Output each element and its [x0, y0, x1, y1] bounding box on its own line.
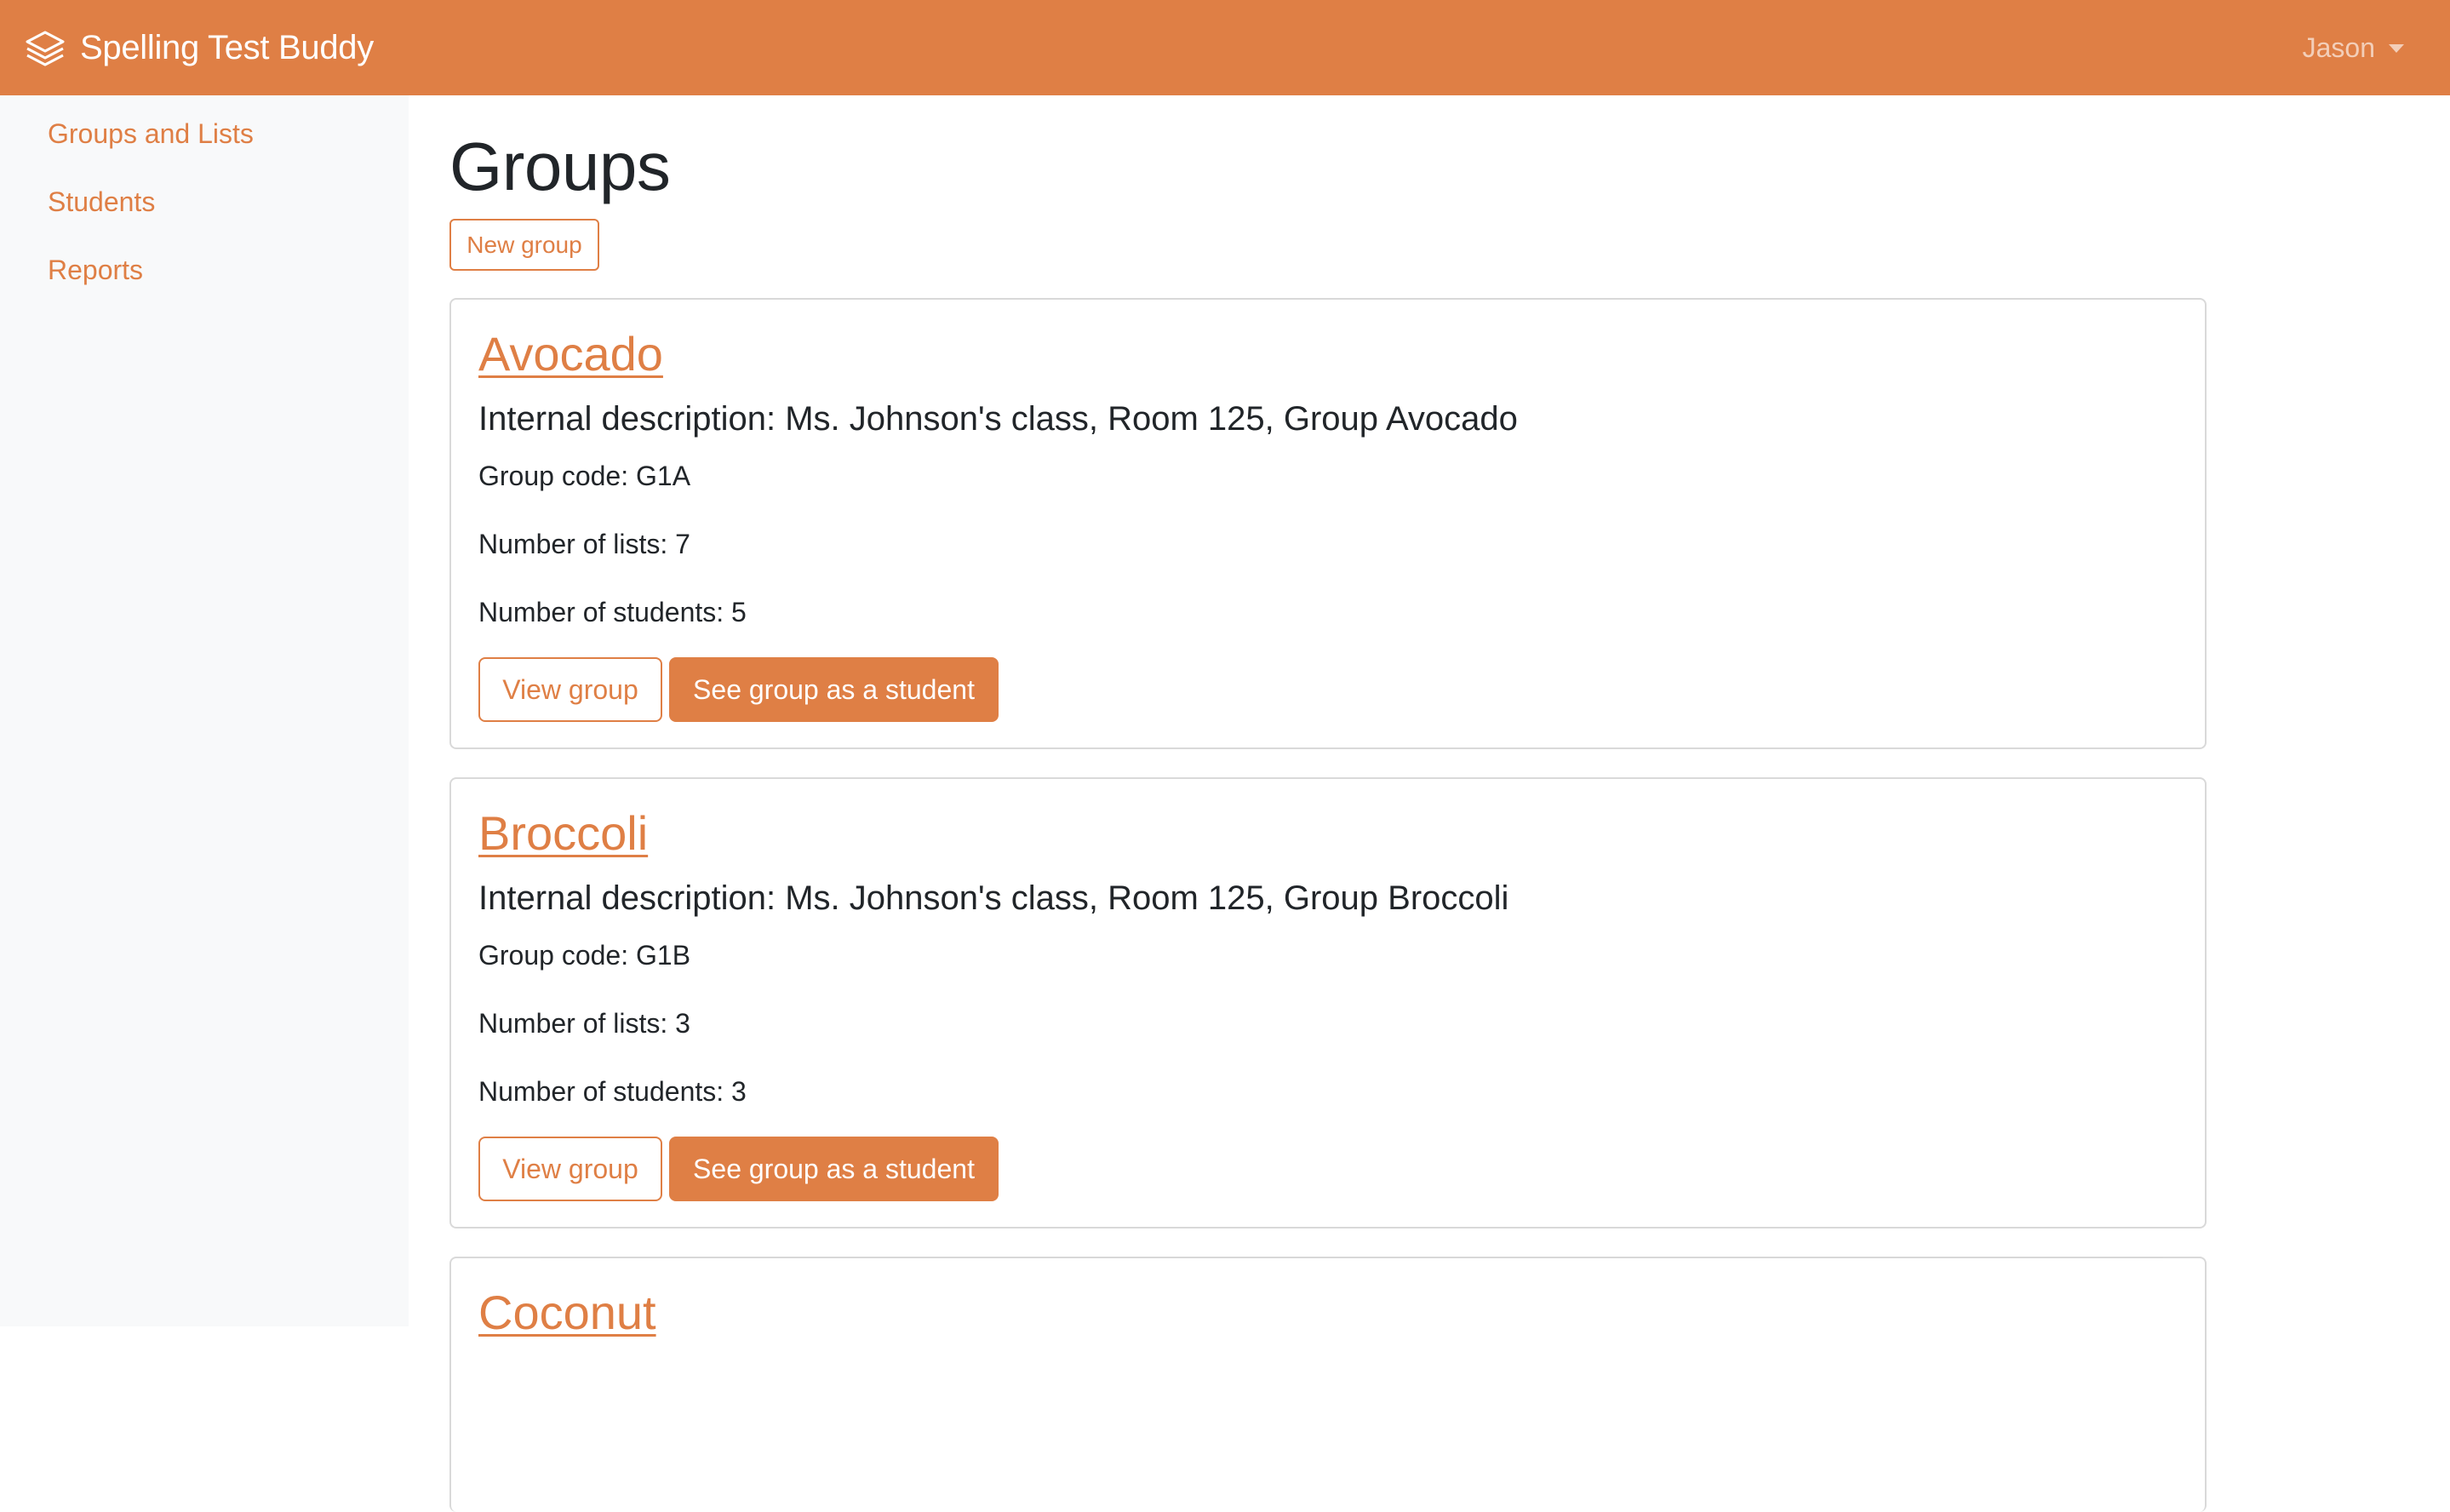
- sidebar-item-students[interactable]: Students: [48, 186, 155, 218]
- user-menu-toggle[interactable]: Jason: [2303, 0, 2404, 95]
- sidebar-item-reports[interactable]: Reports: [48, 255, 143, 286]
- user-name: Jason: [2302, 32, 2375, 63]
- layers-icon: [26, 31, 65, 66]
- see-group-as-student-button[interactable]: See group as a student: [669, 1137, 999, 1201]
- brand-name: Spelling Test Buddy: [80, 28, 374, 66]
- group-list-count: Number of lists: 7: [478, 529, 690, 559]
- caret-down-icon: [2389, 44, 2404, 53]
- group-student-count: Number of students: 5: [478, 597, 747, 627]
- group-list-count: Number of lists: 3: [478, 1008, 690, 1039]
- group-title-link[interactable]: Broccoli: [478, 806, 648, 861]
- page-title: Groups: [449, 129, 671, 204]
- view-group-button[interactable]: View group: [478, 657, 662, 722]
- group-description: Internal description: Ms. Johnson's clas…: [478, 400, 1518, 438]
- top-navbar: Spelling Test Buddy Jason: [0, 0, 2450, 95]
- main-content: Groups New group Avocado Internal descri…: [409, 95, 2450, 1512]
- group-student-count: Number of students: 3: [478, 1076, 747, 1107]
- group-description: Internal description: Ms. Johnson's clas…: [478, 879, 1509, 917]
- group-title-link[interactable]: Coconut: [478, 1286, 656, 1340]
- group-card: Avocado Internal description: Ms. Johnso…: [449, 298, 2207, 749]
- brand-link[interactable]: Spelling Test Buddy: [24, 0, 374, 95]
- group-card: Broccoli Internal description: Ms. Johns…: [449, 777, 2207, 1228]
- group-title-link[interactable]: Avocado: [478, 327, 663, 381]
- view-group-button[interactable]: View group: [478, 1137, 662, 1201]
- sidebar-item-groups-and-lists[interactable]: Groups and Lists: [48, 118, 254, 150]
- group-card: Coconut: [449, 1257, 2207, 1512]
- group-code: Group code: G1B: [478, 940, 691, 971]
- sidebar: Groups and Lists Students Reports: [0, 95, 409, 1326]
- group-code: Group code: G1A: [478, 461, 691, 491]
- see-group-as-student-button[interactable]: See group as a student: [669, 657, 999, 722]
- new-group-button[interactable]: New group: [449, 219, 599, 271]
